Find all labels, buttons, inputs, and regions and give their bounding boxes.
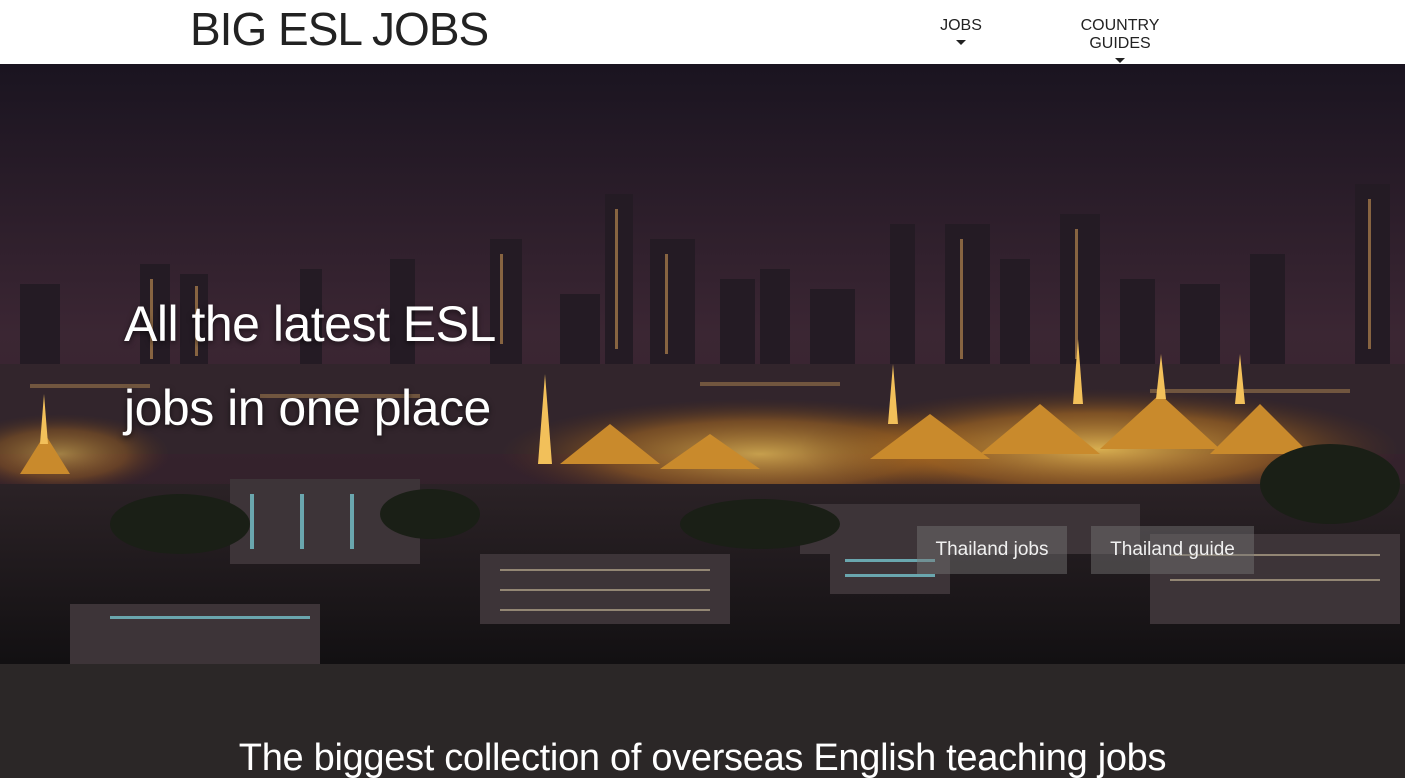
hero-title-line1: All the latest ESL — [124, 296, 496, 352]
hero-title-line2: jobs in one place — [124, 380, 491, 436]
nav-country-guides-dropdown[interactable]: COUNTRY GUIDES — [1050, 17, 1190, 63]
nav-country-guides-label: COUNTRY GUIDES — [1080, 17, 1160, 52]
site-header: BIG ESL JOBS JOBS COUNTRY GUIDES — [0, 0, 1405, 64]
caret-down-icon — [956, 40, 966, 45]
nav-jobs-dropdown[interactable]: JOBS — [940, 17, 982, 45]
hero-title: All the latest ESL jobs in one place — [124, 282, 644, 450]
caret-down-icon — [1115, 58, 1125, 63]
nav-jobs-label: JOBS — [940, 17, 982, 34]
section-title: The biggest collection of overseas Engli… — [238, 737, 1167, 778]
thailand-jobs-button[interactable]: Thailand jobs — [917, 526, 1067, 574]
hero-banner: All the latest ESL jobs in one place Tha… — [0, 64, 1405, 664]
site-logo[interactable]: BIG ESL JOBS — [190, 4, 489, 54]
thailand-guide-button[interactable]: Thailand guide — [1091, 526, 1254, 574]
intro-section: The biggest collection of overseas Engli… — [0, 664, 1405, 778]
